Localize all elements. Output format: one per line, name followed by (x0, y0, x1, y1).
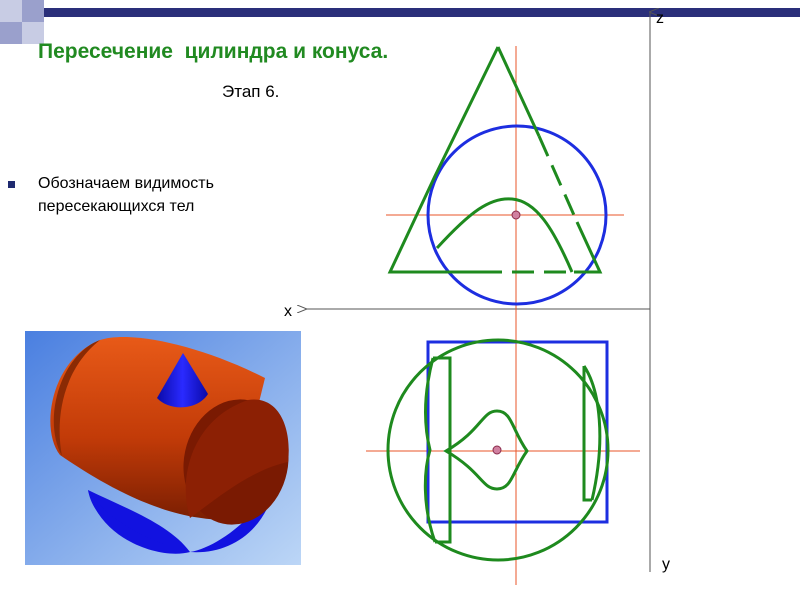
cone-front-outline (387, 46, 603, 274)
intersection-curve-front (435, 197, 574, 273)
render-3d-panel (25, 331, 301, 565)
top-center-point (492, 445, 502, 455)
orthographic-drawing (25, 0, 800, 585)
intersection-top-lines (423, 356, 602, 544)
y-axis-label: y (662, 556, 670, 573)
z-axis-label: z (656, 10, 664, 27)
x-axis-label: x (284, 303, 292, 320)
front-center-point (511, 210, 521, 220)
intersection-curve-top (443, 409, 529, 491)
